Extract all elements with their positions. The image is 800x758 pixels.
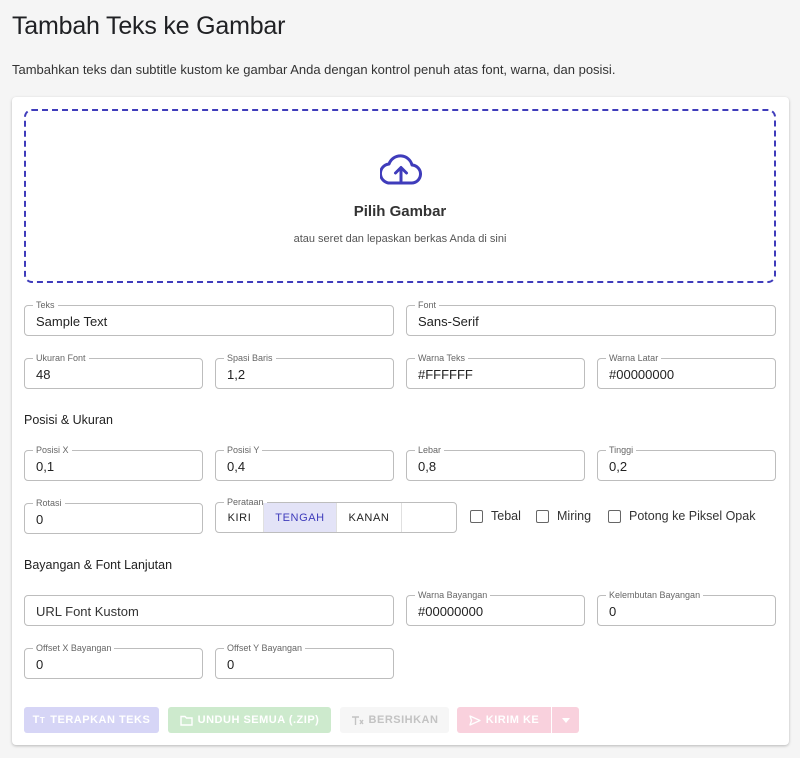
page-title: Tambah Teks ke Gambar bbox=[12, 12, 286, 40]
italic-checkbox-label: Miring bbox=[557, 509, 592, 523]
position-x-value: 0,1 bbox=[36, 459, 55, 474]
position-x-input[interactable]: Posisi X 0,1 bbox=[24, 445, 203, 481]
shadow-offset-y-input[interactable]: Offset Y Bayangan 0 bbox=[215, 643, 394, 679]
position-y-value: 0,4 bbox=[227, 459, 246, 474]
crop-checkbox[interactable]: Potong ke Piksel Opak bbox=[608, 509, 755, 523]
bold-checkbox[interactable]: Tebal bbox=[470, 509, 521, 523]
custom-font-url-input[interactable]: URL Font Kustom bbox=[24, 595, 394, 626]
line-spacing-label: Spasi Baris bbox=[224, 353, 276, 363]
shadow-softness-input[interactable]: Kelembutan Bayangan 0 bbox=[597, 590, 776, 626]
shadow-offset-y-label: Offset Y Bayangan bbox=[224, 643, 306, 653]
dropzone-title[interactable]: Pilih Gambar bbox=[26, 203, 774, 220]
send-icon bbox=[469, 714, 481, 726]
send-to-button[interactable]: KIRIM KE bbox=[457, 707, 551, 733]
text-color-input[interactable]: Warna Teks #FFFFFF bbox=[406, 353, 585, 389]
dropzone-subtitle: atau seret dan lepaskan berkas Anda di s… bbox=[293, 233, 507, 245]
width-input[interactable]: Lebar 0,8 bbox=[406, 445, 585, 481]
position-y-input[interactable]: Posisi Y 0,4 bbox=[215, 445, 394, 481]
align-left-button[interactable]: KIRI bbox=[216, 503, 264, 532]
shadow-color-value: #00000000 bbox=[418, 604, 484, 619]
section-shadow-advanced: Bayangan & Font Lanjutan bbox=[24, 558, 173, 572]
rotation-input[interactable]: Rotasi 0 bbox=[24, 498, 203, 534]
clear-format-icon bbox=[351, 715, 364, 725]
folder-icon bbox=[179, 715, 193, 726]
bg-color-input[interactable]: Warna Latar #00000000 bbox=[597, 353, 776, 389]
position-x-label: Posisi X bbox=[33, 445, 72, 455]
cloud-upload-icon bbox=[380, 154, 422, 185]
font-size-label: Ukuran Font bbox=[33, 353, 89, 363]
rotation-value: 0 bbox=[36, 512, 44, 527]
rotation-label: Rotasi bbox=[33, 498, 65, 508]
height-value: 0,2 bbox=[609, 459, 628, 474]
italic-checkbox-box[interactable] bbox=[536, 509, 549, 523]
crop-checkbox-label: Potong ke Piksel Opak bbox=[629, 509, 756, 523]
height-label: Tinggi bbox=[606, 445, 637, 455]
line-spacing-value: 1,2 bbox=[227, 367, 246, 382]
text-input[interactable]: Teks Sample Text bbox=[24, 300, 394, 336]
text-input-value: Sample Text bbox=[36, 314, 108, 329]
font-size-input[interactable]: Ukuran Font 48 bbox=[24, 353, 203, 389]
font-select[interactable]: Font Sans-Serif bbox=[406, 300, 776, 336]
section-position-size: Posisi & Ukuran bbox=[24, 413, 113, 427]
width-value: 0,8 bbox=[418, 459, 437, 474]
bold-checkbox-box[interactable] bbox=[470, 509, 483, 523]
font-select-label: Font bbox=[415, 300, 440, 310]
page-description: Tambahkan teks dan subtitle kustom ke ga… bbox=[12, 62, 616, 77]
font-size-value: 48 bbox=[36, 367, 51, 382]
crop-checkbox-box[interactable] bbox=[608, 509, 621, 523]
apply-text-button[interactable]: TT TERAPKAN TEKS bbox=[24, 707, 159, 733]
shadow-offset-x-input[interactable]: Offset X Bayangan 0 bbox=[24, 643, 203, 679]
bg-color-label: Warna Latar bbox=[606, 353, 662, 363]
shadow-offset-x-label: Offset X Bayangan bbox=[33, 643, 115, 653]
image-dropzone[interactable]: Pilih Gambar atau seret dan lepaskan ber… bbox=[24, 109, 776, 283]
height-input[interactable]: Tinggi 0,2 bbox=[597, 445, 776, 481]
shadow-softness-label: Kelembutan Bayangan bbox=[606, 590, 704, 600]
send-to-dropdown-button[interactable] bbox=[552, 707, 579, 733]
text-color-value: #FFFFFF bbox=[418, 367, 473, 382]
text-format-icon: TT bbox=[32, 714, 46, 726]
shadow-offset-x-value: 0 bbox=[36, 657, 44, 672]
shadow-offset-y-value: 0 bbox=[227, 657, 235, 672]
bg-color-value: #00000000 bbox=[609, 367, 675, 382]
bold-checkbox-label: Tebal bbox=[491, 509, 521, 523]
shadow-softness-value: 0 bbox=[609, 604, 617, 619]
apply-text-label: TERAPKAN TEKS bbox=[50, 714, 151, 726]
font-select-value: Sans-Serif bbox=[418, 314, 479, 329]
align-right-button[interactable]: KANAN bbox=[337, 503, 402, 532]
custom-font-url-placeholder: URL Font Kustom bbox=[36, 604, 139, 619]
position-y-label: Posisi Y bbox=[224, 445, 263, 455]
download-all-label: UNDUH SEMUA (.ZIP) bbox=[197, 714, 320, 726]
clear-button[interactable]: BERSIHKAN bbox=[340, 707, 449, 733]
align-center-button[interactable]: TENGAH bbox=[264, 503, 337, 532]
width-label: Lebar bbox=[415, 445, 445, 455]
line-spacing-input[interactable]: Spasi Baris 1,2 bbox=[215, 353, 394, 389]
text-input-label: Teks bbox=[33, 300, 58, 310]
shadow-color-label: Warna Bayangan bbox=[415, 590, 491, 600]
alignment-toggle-group: Perataan KIRI TENGAH KANAN bbox=[215, 497, 457, 533]
download-all-button[interactable]: UNDUH SEMUA (.ZIP) bbox=[168, 707, 331, 733]
editor-card: Pilih Gambar atau seret dan lepaskan ber… bbox=[12, 97, 789, 745]
shadow-color-input[interactable]: Warna Bayangan #00000000 bbox=[406, 590, 585, 626]
text-color-label: Warna Teks bbox=[415, 353, 469, 363]
send-to-label: KIRIM KE bbox=[485, 714, 540, 726]
chevron-down-icon bbox=[561, 717, 570, 723]
clear-label: BERSIHKAN bbox=[368, 714, 439, 726]
italic-checkbox[interactable]: Miring bbox=[536, 509, 591, 523]
